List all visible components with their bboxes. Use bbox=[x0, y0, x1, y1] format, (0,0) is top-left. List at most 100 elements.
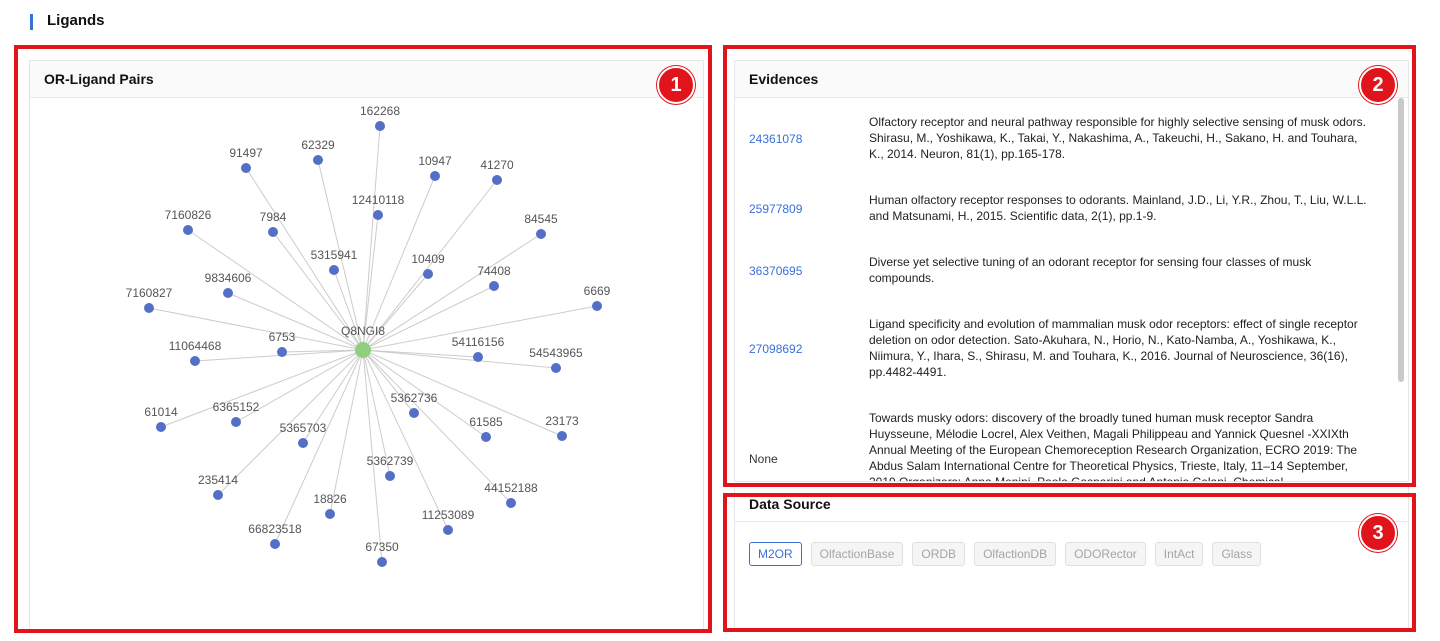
ligand-node[interactable] bbox=[183, 225, 193, 235]
ligand-node-label: 61585 bbox=[469, 415, 503, 429]
evidence-citation: Diverse yet selective tuning of an odora… bbox=[869, 255, 1312, 285]
panel-header: Data Source bbox=[735, 487, 1408, 522]
ligand-node[interactable] bbox=[313, 155, 323, 165]
ligand-node-label: 10947 bbox=[418, 154, 452, 168]
ligand-node[interactable] bbox=[277, 347, 287, 357]
ligand-node-label: 61014 bbox=[144, 405, 178, 419]
section-accent-bar bbox=[30, 14, 33, 30]
ligand-node[interactable] bbox=[144, 303, 154, 313]
evidence-id: None bbox=[749, 452, 778, 466]
ligand-node-label: 74408 bbox=[477, 264, 511, 278]
ligand-node[interactable] bbox=[592, 301, 602, 311]
source-tag-m2or[interactable]: M2OR bbox=[749, 542, 802, 566]
ligand-node[interactable] bbox=[385, 471, 395, 481]
ligand-node-label: 18826 bbox=[313, 492, 347, 506]
evidence-citation: Human olfactory receptor responses to od… bbox=[869, 193, 1367, 223]
ligand-node[interactable] bbox=[481, 432, 491, 442]
source-tag-ordb[interactable]: ORDB bbox=[912, 542, 966, 566]
callout-badge-2: 2 bbox=[1359, 66, 1397, 104]
ligand-node[interactable] bbox=[373, 210, 383, 220]
ligand-node[interactable] bbox=[223, 288, 233, 298]
ligand-node[interactable] bbox=[270, 539, 280, 549]
ligand-node[interactable] bbox=[156, 422, 166, 432]
ligand-node[interactable] bbox=[492, 175, 502, 185]
ligand-node[interactable] bbox=[430, 171, 440, 181]
ligand-node[interactable] bbox=[473, 352, 483, 362]
section-title: Ligands bbox=[47, 12, 105, 29]
graph-edge bbox=[362, 125, 381, 351]
ligand-node-label: 7984 bbox=[260, 210, 287, 224]
panel-header: Evidences bbox=[735, 61, 1408, 98]
source-tag-list: M2OR OlfactionBase ORDB OlfactionDB ODOR… bbox=[749, 542, 1262, 566]
source-tag-glass[interactable]: Glass bbox=[1212, 542, 1262, 566]
data-source-panel: Data Source M2OR OlfactionBase ORDB Olfa… bbox=[734, 486, 1409, 630]
evidence-citation: Olfactory receptor and neural pathway re… bbox=[869, 115, 1366, 161]
panel-title: Evidences bbox=[749, 71, 819, 87]
source-tag-olfactionbase[interactable]: OlfactionBase bbox=[810, 542, 904, 566]
network-graph[interactable]: 162268 91497 62329 10947 41270 12410118 716082… bbox=[30, 98, 701, 628]
ligand-node[interactable] bbox=[325, 509, 335, 519]
pubmed-link[interactable]: 25977809 bbox=[749, 202, 802, 216]
ligand-node[interactable] bbox=[557, 431, 567, 441]
ligand-node[interactable] bbox=[268, 227, 278, 237]
ligand-node-label: 6365152 bbox=[213, 400, 260, 414]
ligand-node-label: 54116156 bbox=[452, 335, 505, 349]
evidence-list[interactable]: 24361078 Olfactory receptor and neural p… bbox=[735, 98, 1408, 481]
ligand-node-label: 5315941 bbox=[311, 248, 358, 262]
panel-title: OR-Ligand Pairs bbox=[44, 71, 154, 87]
receptor-node-label: Q8NGI8 bbox=[341, 324, 385, 338]
ligand-node[interactable] bbox=[231, 417, 241, 427]
source-tag-odorector[interactable]: ODORector bbox=[1065, 542, 1146, 566]
ligand-node-label: 84545 bbox=[524, 212, 558, 226]
panel-title: Data Source bbox=[749, 496, 831, 512]
ligand-node[interactable] bbox=[489, 281, 499, 291]
scrollbar[interactable] bbox=[1398, 98, 1404, 382]
ligand-node[interactable] bbox=[377, 557, 387, 567]
ligand-node-label: 5365703 bbox=[280, 421, 327, 435]
ligand-node[interactable] bbox=[375, 121, 385, 131]
ligand-node[interactable] bbox=[329, 265, 339, 275]
ligand-node[interactable] bbox=[506, 498, 516, 508]
source-tag-intact[interactable]: IntAct bbox=[1154, 542, 1204, 566]
ligand-node-label: 11253089 bbox=[422, 508, 475, 522]
ligand-node[interactable] bbox=[241, 163, 251, 173]
ligand-node[interactable] bbox=[551, 363, 561, 373]
ligand-node-label: 7160826 bbox=[165, 208, 212, 222]
ligand-node-label: 9834606 bbox=[205, 271, 252, 285]
ligand-node-label: 66823518 bbox=[248, 522, 302, 536]
evidence-citation: Ligand specificity and evolution of mamm… bbox=[869, 317, 1358, 379]
graph-edge bbox=[329, 349, 364, 515]
ligand-node-label: 12410118 bbox=[352, 193, 405, 207]
ligand-node[interactable] bbox=[190, 356, 200, 366]
pubmed-link[interactable]: 24361078 bbox=[749, 132, 802, 146]
ligand-node-label: 11064468 bbox=[169, 339, 222, 353]
pubmed-link[interactable]: 36370695 bbox=[749, 264, 802, 278]
ligand-node-label: 7160827 bbox=[126, 286, 173, 300]
ligand-node-label: 23173 bbox=[545, 414, 579, 428]
ligand-node-label: 6669 bbox=[584, 284, 611, 298]
evidence-citation: Towards musky odors: discovery of the br… bbox=[869, 411, 1358, 481]
ligand-node-label: 6753 bbox=[269, 330, 296, 344]
graph-edge bbox=[362, 273, 429, 351]
ligand-node-label: 54543965 bbox=[529, 346, 583, 360]
ligand-node-label: 162268 bbox=[360, 104, 400, 118]
graph-edge bbox=[362, 349, 479, 358]
graph-edge bbox=[333, 269, 364, 351]
ligand-node[interactable] bbox=[409, 408, 419, 418]
graph-nodes: 162268 91497 62329 10947 41270 12410118 716082… bbox=[126, 104, 611, 567]
ligand-node[interactable] bbox=[213, 490, 223, 500]
source-tag-olfactiondb[interactable]: OlfactionDB bbox=[974, 542, 1057, 566]
pubmed-link[interactable]: 27098692 bbox=[749, 342, 802, 356]
ligand-node[interactable] bbox=[423, 269, 433, 279]
ligand-node[interactable] bbox=[536, 229, 546, 239]
graph-edge bbox=[274, 349, 364, 545]
ligand-node[interactable] bbox=[443, 525, 453, 535]
ligand-node[interactable] bbox=[298, 438, 308, 448]
callout-badge-3: 3 bbox=[1359, 514, 1397, 552]
graph-edge bbox=[362, 349, 557, 369]
receptor-node[interactable] bbox=[355, 342, 371, 358]
or-ligand-pairs-panel: OR-Ligand Pairs 162268 91497 62329 10947 412… bbox=[29, 60, 704, 630]
ligand-node-label: 5362736 bbox=[391, 391, 438, 405]
graph-edge bbox=[227, 292, 364, 351]
ligand-node-label: 91497 bbox=[229, 146, 263, 160]
